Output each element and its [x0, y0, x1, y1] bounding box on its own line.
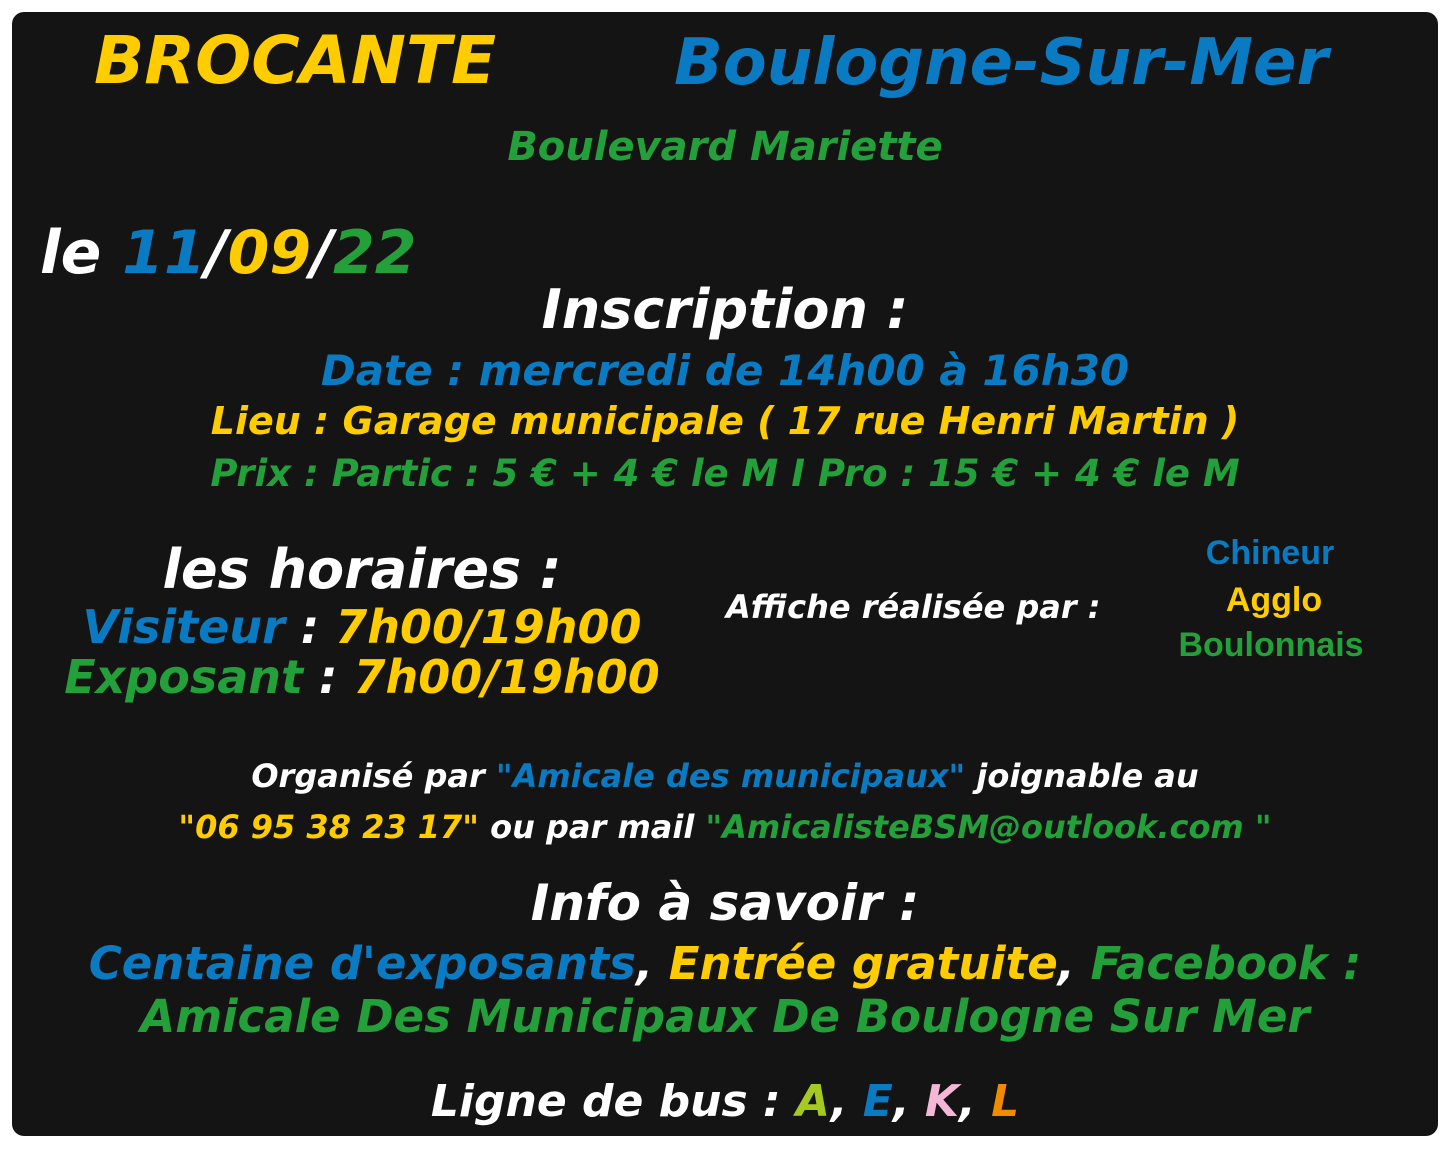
organizer-joignable: joignable au [965, 757, 1199, 795]
brocante-title: BROCANTE [94, 22, 497, 99]
brocante-poster: BROCANTE Boulogne-Sur-Mer Boulevard Mari… [12, 12, 1438, 1136]
bus-label: Ligne de bus : [430, 1076, 796, 1127]
exposant-label: Exposant [64, 650, 303, 704]
credit-line-3: Boulonnais [1178, 626, 1364, 664]
visiteur-label: Visiteur [82, 600, 285, 654]
visiteur-sep: : [284, 600, 336, 654]
bus-line-k: K [924, 1076, 960, 1127]
organizer-email: "AmicalisteBSM@outlook.com " [705, 808, 1272, 846]
bus-lines: Ligne de bus : A, E, K, L [12, 1076, 1438, 1127]
credit-line-1: Chineur [1205, 534, 1335, 572]
organizer-line-2: "06 95 38 23 17" ou par mail "Amicaliste… [12, 808, 1438, 846]
horaires-visiteur: Visiteur : 7h00/19h00 [82, 600, 641, 654]
horaires-title: les horaires : [162, 538, 562, 601]
organizer-line-1: Organisé par "Amicale des municipaux" jo… [12, 757, 1438, 795]
info-item-entree: Entrée gratuite [668, 937, 1058, 990]
inscription-title: Inscription : [541, 278, 909, 341]
inscription-date-label: Date : [320, 346, 479, 395]
exposant-hours: 7h00/19h00 [353, 650, 660, 704]
organizer-name: "Amicale des municipaux" [495, 757, 966, 795]
bus-comma-1: , [830, 1076, 863, 1127]
bus-comma-2: , [892, 1076, 925, 1127]
info-item-facebook: Facebook : [1090, 937, 1362, 990]
bus-line-l: L [991, 1076, 1020, 1127]
info-title: Info à savoir : [530, 874, 920, 932]
bus-line-a: A [795, 1076, 831, 1127]
bus-comma-3: , [959, 1076, 992, 1127]
bus-line-e: E [862, 1076, 893, 1127]
city-title: Boulogne-Sur-Mer [674, 26, 1328, 100]
inscription-lieu-label: Lieu : [210, 399, 343, 443]
inscription-lieu-value: Garage municipale ( 17 rue Henri Martin … [342, 399, 1240, 443]
organizer-phone: "06 95 38 23 17" [178, 808, 479, 846]
inscription-prix: Prix : Partic : 5 € + 4 € le M I Pro : 1… [210, 452, 1240, 495]
organizer-prefix: Organisé par [251, 757, 496, 795]
credit-label: Affiche réalisée par : [726, 588, 1101, 626]
horaires-exposant: Exposant : 7h00/19h00 [64, 650, 660, 704]
credit-line-2: Agglo [1225, 581, 1323, 619]
exposant-sep: : [303, 650, 354, 704]
info-items: Centaine d'exposants, Entrée gratuite, F… [12, 937, 1438, 990]
info-comma-2: , [1057, 937, 1091, 990]
info-comma-1: , [635, 937, 669, 990]
inscription-lieu: Lieu : Garage municipale ( 17 rue Henri … [12, 399, 1438, 443]
inscription-date: Date : mercredi de 14h00 à 16h30 [12, 346, 1438, 395]
inscription-date-value: mercredi de 14h00 à 16h30 [478, 346, 1130, 395]
visiteur-hours: 7h00/19h00 [335, 600, 642, 654]
organizer-mail-prefix: ou par mail [478, 808, 706, 846]
street-name: Boulevard Mariette [507, 124, 943, 170]
info-item-exposants: Centaine d'exposants [88, 937, 636, 990]
facebook-page: Amicale Des Municipaux De Boulogne Sur M… [140, 990, 1310, 1043]
